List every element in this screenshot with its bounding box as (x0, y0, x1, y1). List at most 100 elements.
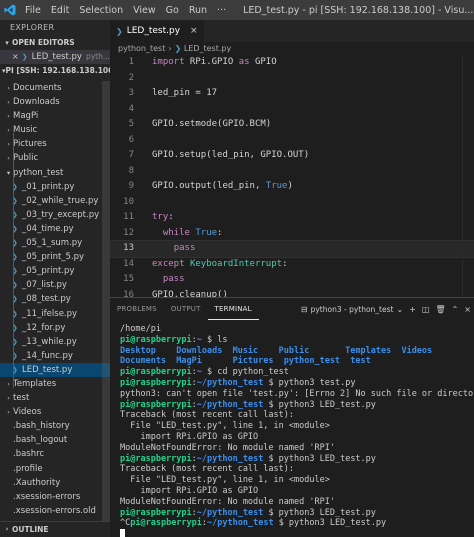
open-editor-name: LED_test.py (31, 52, 82, 62)
code-line[interactable]: 10 (110, 195, 474, 211)
breadcrumb-file[interactable]: LED_test.py (184, 44, 231, 53)
tree-folder[interactable]: › MagPi (0, 109, 110, 123)
code-line[interactable]: 5 GPIO.setmode(GPIO.BCM) (110, 117, 474, 133)
tree-folder[interactable]: › Pictures (0, 137, 110, 151)
terminal-output[interactable]: /home/pi pi@raspberrypi:~ $ ls Desktop Dow… (120, 324, 474, 537)
sidebar-scrollbar[interactable] (102, 81, 110, 537)
terminal-scrollbar[interactable] (466, 320, 474, 537)
line-number: 13 (123, 243, 134, 253)
tab-led-test[interactable]: ❯ LED_test.py × (110, 20, 204, 42)
open-editors-section[interactable]: ▾ OPEN EDITORS (0, 36, 110, 50)
tree-file[interactable]: ❯ _08_test.py (0, 292, 110, 306)
terminal-text: ~/python_test (196, 453, 269, 464)
code-line[interactable]: 2 (110, 71, 474, 87)
tree-item-label: _01_print.py (22, 181, 75, 192)
menu-item[interactable]: Run (184, 5, 212, 16)
tree-file[interactable]: ❯ _03_try_except.py (0, 208, 110, 222)
code-line[interactable]: 7 GPIO.setup(led_pin, GPIO.OUT) (110, 148, 474, 164)
tree-file[interactable]: ❯ _02_while_true.py (0, 194, 110, 208)
tree-file[interactable]: ❯ _14_func.py (0, 349, 110, 363)
breadcrumb-folder[interactable]: python_test (118, 44, 165, 53)
tree-folder[interactable]: › Music (0, 123, 110, 137)
code-text: try: (136, 210, 174, 226)
tree-file[interactable]: ❯ _01_print.py (0, 180, 110, 194)
close-icon[interactable]: × (190, 26, 198, 36)
tree-file[interactable]: .bash_history (0, 419, 110, 433)
tree-file[interactable]: .profile (0, 462, 110, 476)
tree-file[interactable]: .bash_logout (0, 433, 110, 447)
tree-file[interactable]: ❯ _05_print.py (0, 264, 110, 278)
close-icon[interactable]: × (461, 305, 474, 314)
tab-terminal[interactable]: TERMINAL (207, 298, 259, 320)
menu-item[interactable]: View (128, 5, 161, 16)
code-line[interactable]: 12 while True: (110, 226, 474, 242)
close-icon[interactable]: × (12, 50, 22, 64)
terminal-text: import RPi.GPIO as GPIO (120, 431, 259, 442)
chevron-up-icon[interactable]: ⌃ (449, 305, 462, 314)
tab-problems[interactable]: PROBLEMS (110, 298, 164, 320)
tree-file[interactable]: .xsession-errors (0, 490, 110, 504)
code-line[interactable]: 9 GPIO.output(led_pin, True) (110, 179, 474, 195)
terminal-selector[interactable]: python3 - python_test (311, 305, 394, 314)
trash-icon[interactable]: 🗑 (432, 305, 448, 314)
menu-item[interactable]: ··· (212, 5, 231, 16)
menu-item[interactable]: File (20, 5, 46, 16)
tree-folder[interactable]: › test (0, 391, 110, 405)
code-line[interactable]: 16 GPIO.cleanup() (110, 288, 474, 298)
tree-folder[interactable]: › Public (0, 151, 110, 165)
tree-folder[interactable]: › Downloads (0, 95, 110, 109)
tree-folder[interactable]: ▾ python_test (0, 166, 110, 180)
editor-scrollbar[interactable] (462, 55, 474, 297)
terminal-line: import RPi.GPIO as GPIO (120, 486, 470, 497)
menu-item[interactable]: Edit (46, 5, 74, 16)
chevron-down-icon[interactable]: ⌄ (393, 305, 406, 314)
tree-item-label: Templates (13, 378, 57, 389)
terminal-text: $ python3 LED_test.py (268, 399, 376, 410)
terminal-line: ModuleNotFoundError: No module named 'RP… (120, 497, 470, 508)
menu-item[interactable]: Selection (74, 5, 128, 16)
terminal-text: pi@raspberrypi (120, 377, 192, 388)
code-line[interactable]: 3 led_pin = 17 (110, 86, 474, 102)
tree-file[interactable]: ❯ _12_for.py (0, 321, 110, 335)
open-editor-item[interactable]: × ❯ LED_test.py pyth... (0, 50, 110, 64)
split-terminal-icon[interactable]: ◫ (419, 305, 433, 314)
tab-output[interactable]: OUTPUT (164, 298, 208, 320)
code-line[interactable]: 8 (110, 164, 474, 180)
tree-item-label: Music (13, 125, 38, 136)
workspace-section[interactable]: ▾ PI [SSH: 192.168.138.100] (0, 64, 110, 78)
code-line[interactable]: 13 pass (110, 240, 474, 258)
chevron-right-icon: › (7, 394, 10, 403)
tree-file[interactable]: ❯ _05_1_sum.py (0, 236, 110, 250)
tree-file[interactable]: .bashrc (0, 447, 110, 461)
tree-file[interactable]: ❯ _05_print_5.py (0, 250, 110, 264)
code-line[interactable]: 6 (110, 133, 474, 149)
code-line[interactable]: 1 import RPi.GPIO as GPIO (110, 55, 474, 71)
tree-file[interactable]: .Xauthority (0, 476, 110, 490)
code-token: import (152, 57, 185, 67)
tree-file[interactable]: ❯ _04_time.py (0, 222, 110, 236)
tree-file[interactable]: .xsession-errors.old (0, 504, 110, 518)
code-line[interactable]: 11 try: (110, 210, 474, 226)
terminal-line: File "LED_test.py", line 1, in <module> (120, 421, 470, 432)
tree-file[interactable]: ❯ _13_while.py (0, 335, 110, 349)
tree-item-label: MagPi (13, 111, 39, 122)
tree-file[interactable]: ❯ _11_ifelse.py (0, 307, 110, 321)
tree-folder[interactable]: › Videos (0, 405, 110, 419)
terminal-text: $ python3 LED_test.py (268, 453, 376, 464)
terminal-text: ~/python_test (196, 507, 269, 518)
tree-folder[interactable]: › Templates (0, 377, 110, 391)
tree-folder[interactable]: › Documents (0, 81, 110, 95)
code-line[interactable]: 14 except KeyboardInterrupt: (110, 257, 474, 273)
terminal-text: pi@raspberrypi (120, 367, 192, 378)
code-editor[interactable]: 1 import RPi.GPIO as GPIO 2 3 led_pin = 17 4 5… (110, 55, 474, 297)
code-line[interactable]: 15 pass (110, 272, 474, 288)
tree-file[interactable]: ❯ LED_test.py (0, 362, 110, 377)
code-line[interactable]: 4 (110, 102, 474, 118)
add-terminal-icon[interactable]: + (406, 305, 419, 314)
menu-item[interactable]: Go (161, 5, 184, 16)
tree-item-label: _02_while_true.py (22, 195, 99, 206)
tree-file[interactable]: ❯ _07_list.py (0, 278, 110, 292)
outline-section[interactable]: › OUTLINE (0, 521, 110, 537)
